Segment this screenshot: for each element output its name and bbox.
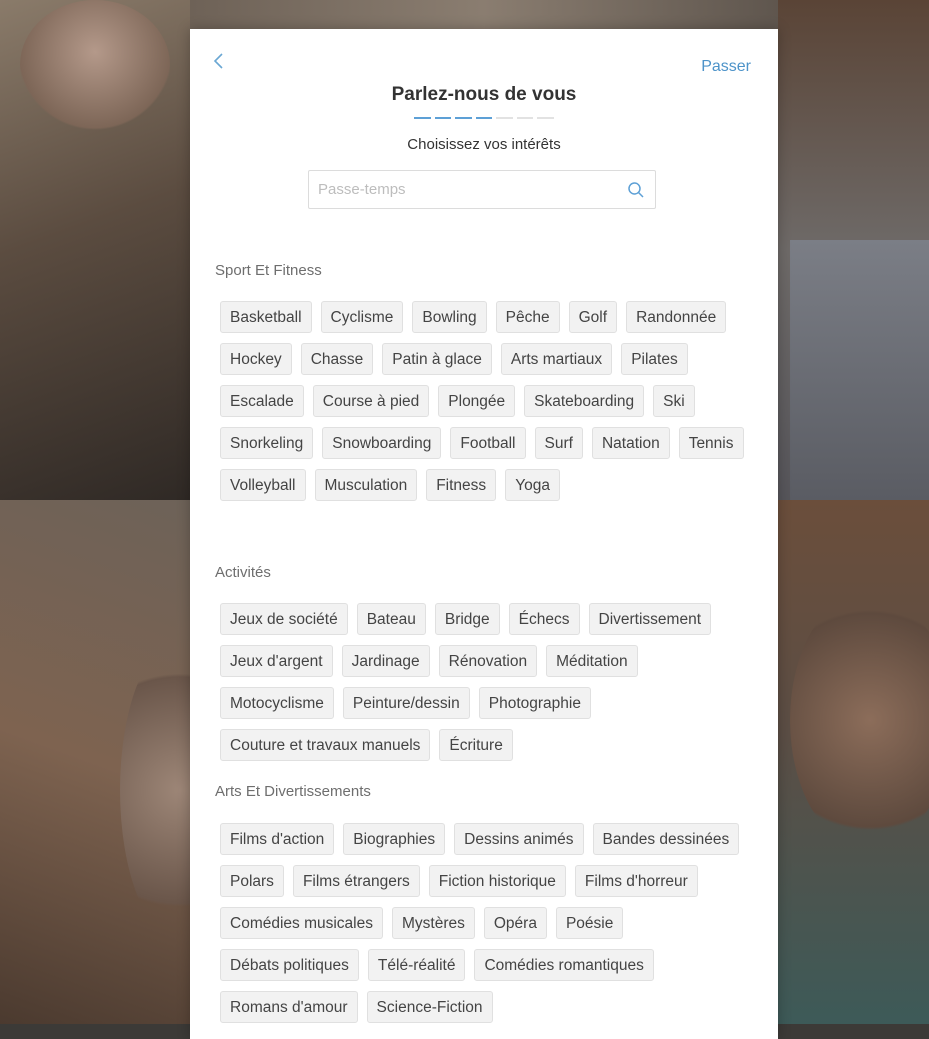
search-icon[interactable] [627, 181, 645, 199]
interest-chip[interactable]: Comédies musicales [220, 907, 383, 939]
interest-chip[interactable]: Bateau [356, 603, 426, 635]
skip-button[interactable]: Passer [701, 58, 751, 76]
interest-chip[interactable]: Cyclisme [320, 301, 404, 333]
interest-chip[interactable]: Motocyclisme [220, 687, 334, 719]
interest-chip[interactable]: Football [450, 427, 526, 459]
progress-step [414, 117, 431, 119]
interest-chip[interactable]: Patin à glace [382, 343, 492, 375]
interest-chip[interactable]: Ski [653, 385, 695, 417]
interest-chip[interactable]: Débats politiques [220, 949, 359, 981]
interest-chip[interactable]: Pilates [621, 343, 688, 375]
interest-chip[interactable]: Poésie [555, 907, 624, 939]
interest-chip-list: Films d'action Biographies Dessins animés B… [220, 823, 760, 1023]
interest-chip[interactable]: Biographies [343, 823, 446, 855]
interest-chip[interactable]: Méditation [546, 645, 638, 677]
section-title: Arts Et Divertissements [215, 783, 371, 800]
progress-step [516, 117, 534, 119]
page-subtitle: Choisissez vos intérêts [407, 136, 561, 153]
section-title: Activités [215, 564, 271, 581]
background-shirt [790, 240, 929, 500]
interest-chip[interactable]: Escalade [220, 385, 304, 417]
interest-chip[interactable]: Photographie [478, 687, 591, 719]
interest-chip[interactable]: Comédies romantiques [474, 949, 654, 981]
interest-chip[interactable]: Jeux d'argent [220, 645, 333, 677]
interest-chip-list: Basketball Cyclisme Bowling Pêche Golf Randon… [220, 301, 760, 501]
interest-chip[interactable]: Hockey [220, 343, 292, 375]
progress-step [455, 117, 472, 119]
interest-chip[interactable]: Tennis [678, 427, 744, 459]
progress-step [537, 117, 555, 119]
background-face [20, 0, 170, 130]
interest-chip[interactable]: Natation [591, 427, 670, 459]
page-title: Parlez-nous de vous [391, 84, 577, 105]
interest-chip[interactable]: Jardinage [341, 645, 430, 677]
progress-step [475, 117, 493, 119]
interest-chip[interactable]: Échecs [508, 603, 580, 635]
interest-chip[interactable]: Musculation [314, 469, 418, 501]
chevron-left-icon[interactable] [212, 51, 234, 73]
interest-chip[interactable]: Pêche [495, 301, 560, 333]
interest-chip[interactable]: Peinture/dessin [342, 687, 470, 719]
interest-chip[interactable]: Divertissement [588, 603, 712, 635]
interest-chip[interactable]: Golf [568, 301, 618, 333]
interest-chip[interactable]: Films d'horreur [574, 865, 698, 897]
progress-step [496, 117, 513, 119]
interests-modal: Passer Parlez-nous de vous Choisissez vo… [190, 29, 778, 1039]
interest-chip[interactable]: Bandes dessinées [592, 823, 740, 855]
interest-chip[interactable]: Snowboarding [322, 427, 442, 459]
interest-chip[interactable]: Basketball [220, 301, 312, 333]
interest-chip[interactable]: Mystères [392, 907, 475, 939]
interest-chip[interactable]: Science-Fiction [366, 991, 493, 1023]
interest-chip[interactable]: Chasse [300, 343, 374, 375]
interest-chip[interactable]: Films étrangers [292, 865, 420, 897]
interest-chip-list: Jeux de société Bateau Bridge Échecs Diverti… [220, 603, 760, 761]
section-title: Sport Et Fitness [215, 262, 322, 279]
interest-chip[interactable]: Films d'action [220, 823, 335, 855]
interest-chip[interactable]: Jeux de société [220, 603, 348, 635]
interest-chip[interactable]: Dessins animés [454, 823, 584, 855]
progress-indicator [414, 117, 555, 119]
interest-chip[interactable]: Bowling [412, 301, 487, 333]
interest-chip[interactable]: Télé-réalité [367, 949, 466, 981]
interest-chip[interactable]: Snorkeling [220, 427, 314, 459]
interest-chip[interactable]: Plongée [438, 385, 516, 417]
interest-chip[interactable]: Yoga [505, 469, 560, 501]
interest-chip[interactable]: Surf [534, 427, 583, 459]
interest-chip[interactable]: Arts martiaux [500, 343, 613, 375]
interest-chip[interactable]: Romans d'amour [220, 991, 358, 1023]
search-input[interactable] [309, 171, 618, 208]
interest-chip[interactable]: Fiction historique [428, 865, 566, 897]
interest-chip[interactable]: Bridge [434, 603, 500, 635]
interest-chip[interactable]: Volleyball [220, 469, 306, 501]
interest-chip[interactable]: Couture et travaux manuels [220, 729, 431, 761]
interest-chip[interactable]: Rénovation [438, 645, 538, 677]
interest-chip[interactable]: Polars [220, 865, 284, 897]
interest-chip[interactable]: Fitness [426, 469, 497, 501]
progress-step [434, 117, 452, 119]
interest-chip[interactable]: Opéra [483, 907, 547, 939]
interest-chip[interactable]: Course à pied [312, 385, 430, 417]
interest-chip[interactable]: Écriture [439, 729, 513, 761]
interest-chip[interactable]: Randonnée [626, 301, 727, 333]
interest-chip[interactable]: Skateboarding [524, 385, 645, 417]
search-box [308, 170, 656, 209]
